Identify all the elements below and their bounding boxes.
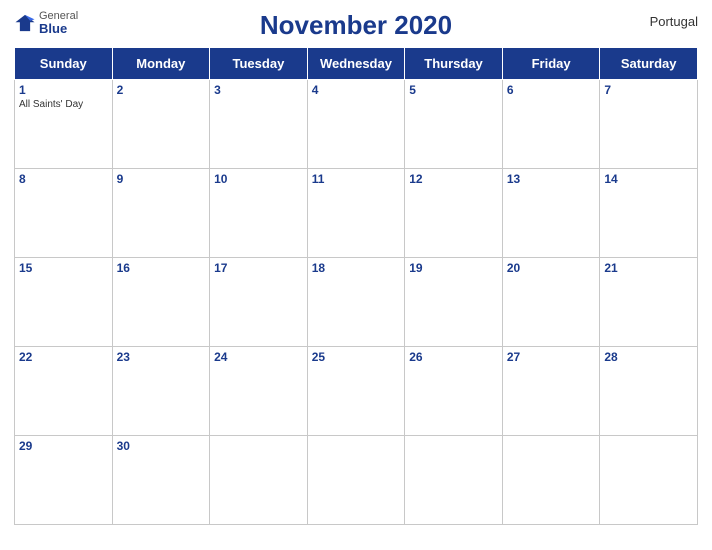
date-number: 19 [409, 261, 498, 275]
calendar-wrapper: General Blue November 2020 Portugal Sund… [0, 0, 712, 550]
day-cell-4-4 [405, 436, 503, 525]
logo-blue: Blue [39, 22, 78, 36]
day-cell-3-6: 28 [600, 347, 698, 436]
day-cell-0-6: 7 [600, 80, 698, 169]
date-number: 8 [19, 172, 108, 186]
day-cell-0-3: 4 [307, 80, 405, 169]
week-row-3: 15 16 17 18 19 20 21 [15, 258, 698, 347]
day-cell-1-3: 11 [307, 169, 405, 258]
day-cell-0-5: 6 [502, 80, 600, 169]
day-cell-2-2: 17 [210, 258, 308, 347]
date-number: 14 [604, 172, 693, 186]
day-cell-4-6 [600, 436, 698, 525]
day-cell-0-4: 5 [405, 80, 503, 169]
country-label: Portugal [650, 14, 698, 29]
day-cell-0-0: 1 All Saints' Day [15, 80, 113, 169]
date-number: 25 [312, 350, 401, 364]
day-cell-3-2: 24 [210, 347, 308, 436]
day-cell-4-1: 30 [112, 436, 210, 525]
date-number: 23 [117, 350, 206, 364]
day-cell-2-4: 19 [405, 258, 503, 347]
date-number: 13 [507, 172, 596, 186]
date-number: 1 [19, 83, 108, 97]
date-number: 16 [117, 261, 206, 275]
date-number: 5 [409, 83, 498, 97]
days-header-row: Sunday Monday Tuesday Wednesday Thursday… [15, 48, 698, 80]
day-cell-2-6: 21 [600, 258, 698, 347]
day-cell-3-5: 27 [502, 347, 600, 436]
date-number: 2 [117, 83, 206, 97]
date-number: 9 [117, 172, 206, 186]
header-sunday: Sunday [15, 48, 113, 80]
date-number: 10 [214, 172, 303, 186]
date-number: 15 [19, 261, 108, 275]
day-cell-1-4: 12 [405, 169, 503, 258]
date-number: 11 [312, 172, 401, 186]
date-number: 27 [507, 350, 596, 364]
day-cell-1-2: 10 [210, 169, 308, 258]
week-row-5: 29 30 [15, 436, 698, 525]
calendar-body: 1All Saints' Day234567891011121314151617… [15, 80, 698, 525]
day-cell-2-3: 18 [307, 258, 405, 347]
day-cell-3-4: 26 [405, 347, 503, 436]
day-cell-4-2 [210, 436, 308, 525]
calendar-header: General Blue November 2020 Portugal [14, 10, 698, 41]
day-cell-0-2: 3 [210, 80, 308, 169]
day-cell-2-0: 15 [15, 258, 113, 347]
day-cell-0-1: 2 [112, 80, 210, 169]
date-number: 7 [604, 83, 693, 97]
logo-area: General Blue [14, 10, 78, 36]
header-tuesday: Tuesday [210, 48, 308, 80]
day-cell-3-0: 22 [15, 347, 113, 436]
day-cell-4-0: 29 [15, 436, 113, 525]
week-row-1: 1 All Saints' Day 234567 [15, 80, 698, 169]
date-number: 4 [312, 83, 401, 97]
date-number: 21 [604, 261, 693, 275]
date-number: 3 [214, 83, 303, 97]
calendar-table: Sunday Monday Tuesday Wednesday Thursday… [14, 47, 698, 525]
day-cell-2-5: 20 [502, 258, 600, 347]
date-number: 6 [507, 83, 596, 97]
logo-bird-icon [14, 12, 36, 34]
header-wednesday: Wednesday [307, 48, 405, 80]
day-cell-3-3: 25 [307, 347, 405, 436]
header-saturday: Saturday [600, 48, 698, 80]
date-number: 29 [19, 439, 108, 453]
calendar-title: November 2020 [260, 10, 452, 41]
day-cell-3-1: 23 [112, 347, 210, 436]
date-number: 20 [507, 261, 596, 275]
header-thursday: Thursday [405, 48, 503, 80]
date-number: 26 [409, 350, 498, 364]
day-cell-4-3 [307, 436, 405, 525]
day-cell-1-1: 9 [112, 169, 210, 258]
day-cell-1-0: 8 [15, 169, 113, 258]
day-cell-4-5 [502, 436, 600, 525]
logo-text: General Blue [39, 10, 78, 36]
date-number: 30 [117, 439, 206, 453]
date-number: 17 [214, 261, 303, 275]
date-number: 18 [312, 261, 401, 275]
week-row-2: 89 10 11 12 13 14 [15, 169, 698, 258]
day-cell-2-1: 16 [112, 258, 210, 347]
date-number: 24 [214, 350, 303, 364]
header-friday: Friday [502, 48, 600, 80]
date-number: 12 [409, 172, 498, 186]
day-cell-1-6: 14 [600, 169, 698, 258]
day-cell-1-5: 13 [502, 169, 600, 258]
week-row-4: 22 23 24 25 26 27 28 [15, 347, 698, 436]
date-number: 28 [604, 350, 693, 364]
date-number: 22 [19, 350, 108, 364]
header-monday: Monday [112, 48, 210, 80]
event-label: All Saints' Day [19, 99, 108, 110]
